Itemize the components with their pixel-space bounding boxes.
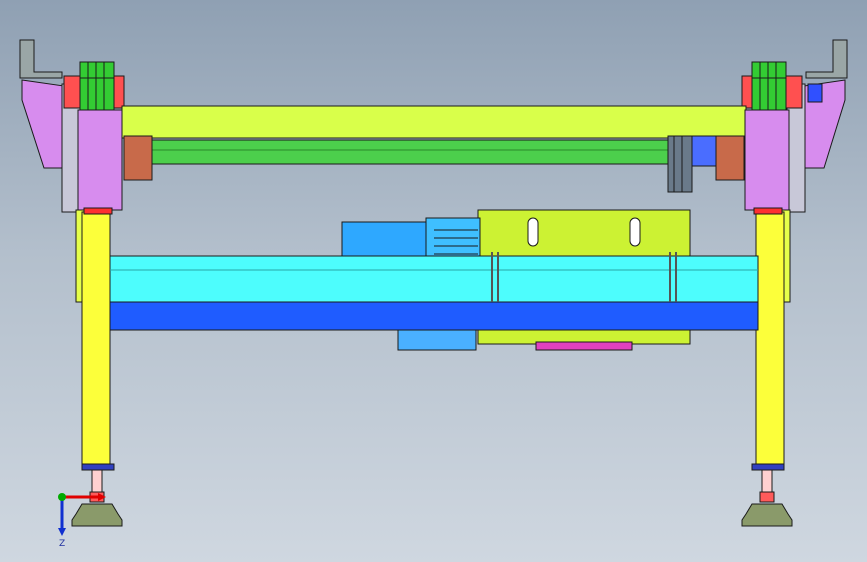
y-axis-dot — [58, 493, 66, 501]
drive-shaft — [149, 139, 721, 165]
upper-beam — [121, 105, 747, 139]
z-axis-label: Z — [59, 539, 65, 549]
assembly-drawing: Z — [19, 39, 848, 549]
right-bearing-block — [744, 109, 790, 211]
right-leveling-foot — [741, 469, 793, 527]
left-drive-sprocket — [63, 61, 125, 113]
chain-sprocket — [667, 135, 693, 193]
cross-beam — [109, 255, 759, 303]
left-bearing-block — [77, 109, 123, 211]
left-coupling — [123, 135, 153, 181]
lower-beam — [109, 301, 759, 331]
right-leg — [751, 207, 791, 471]
right-coupling — [689, 135, 745, 181]
cad-viewport[interactable]: Z — [0, 0, 867, 562]
left-leg — [75, 207, 115, 471]
right-drive-sprocket — [741, 61, 803, 113]
right-upper-bracket — [786, 39, 848, 213]
left-upper-bracket — [19, 39, 81, 213]
